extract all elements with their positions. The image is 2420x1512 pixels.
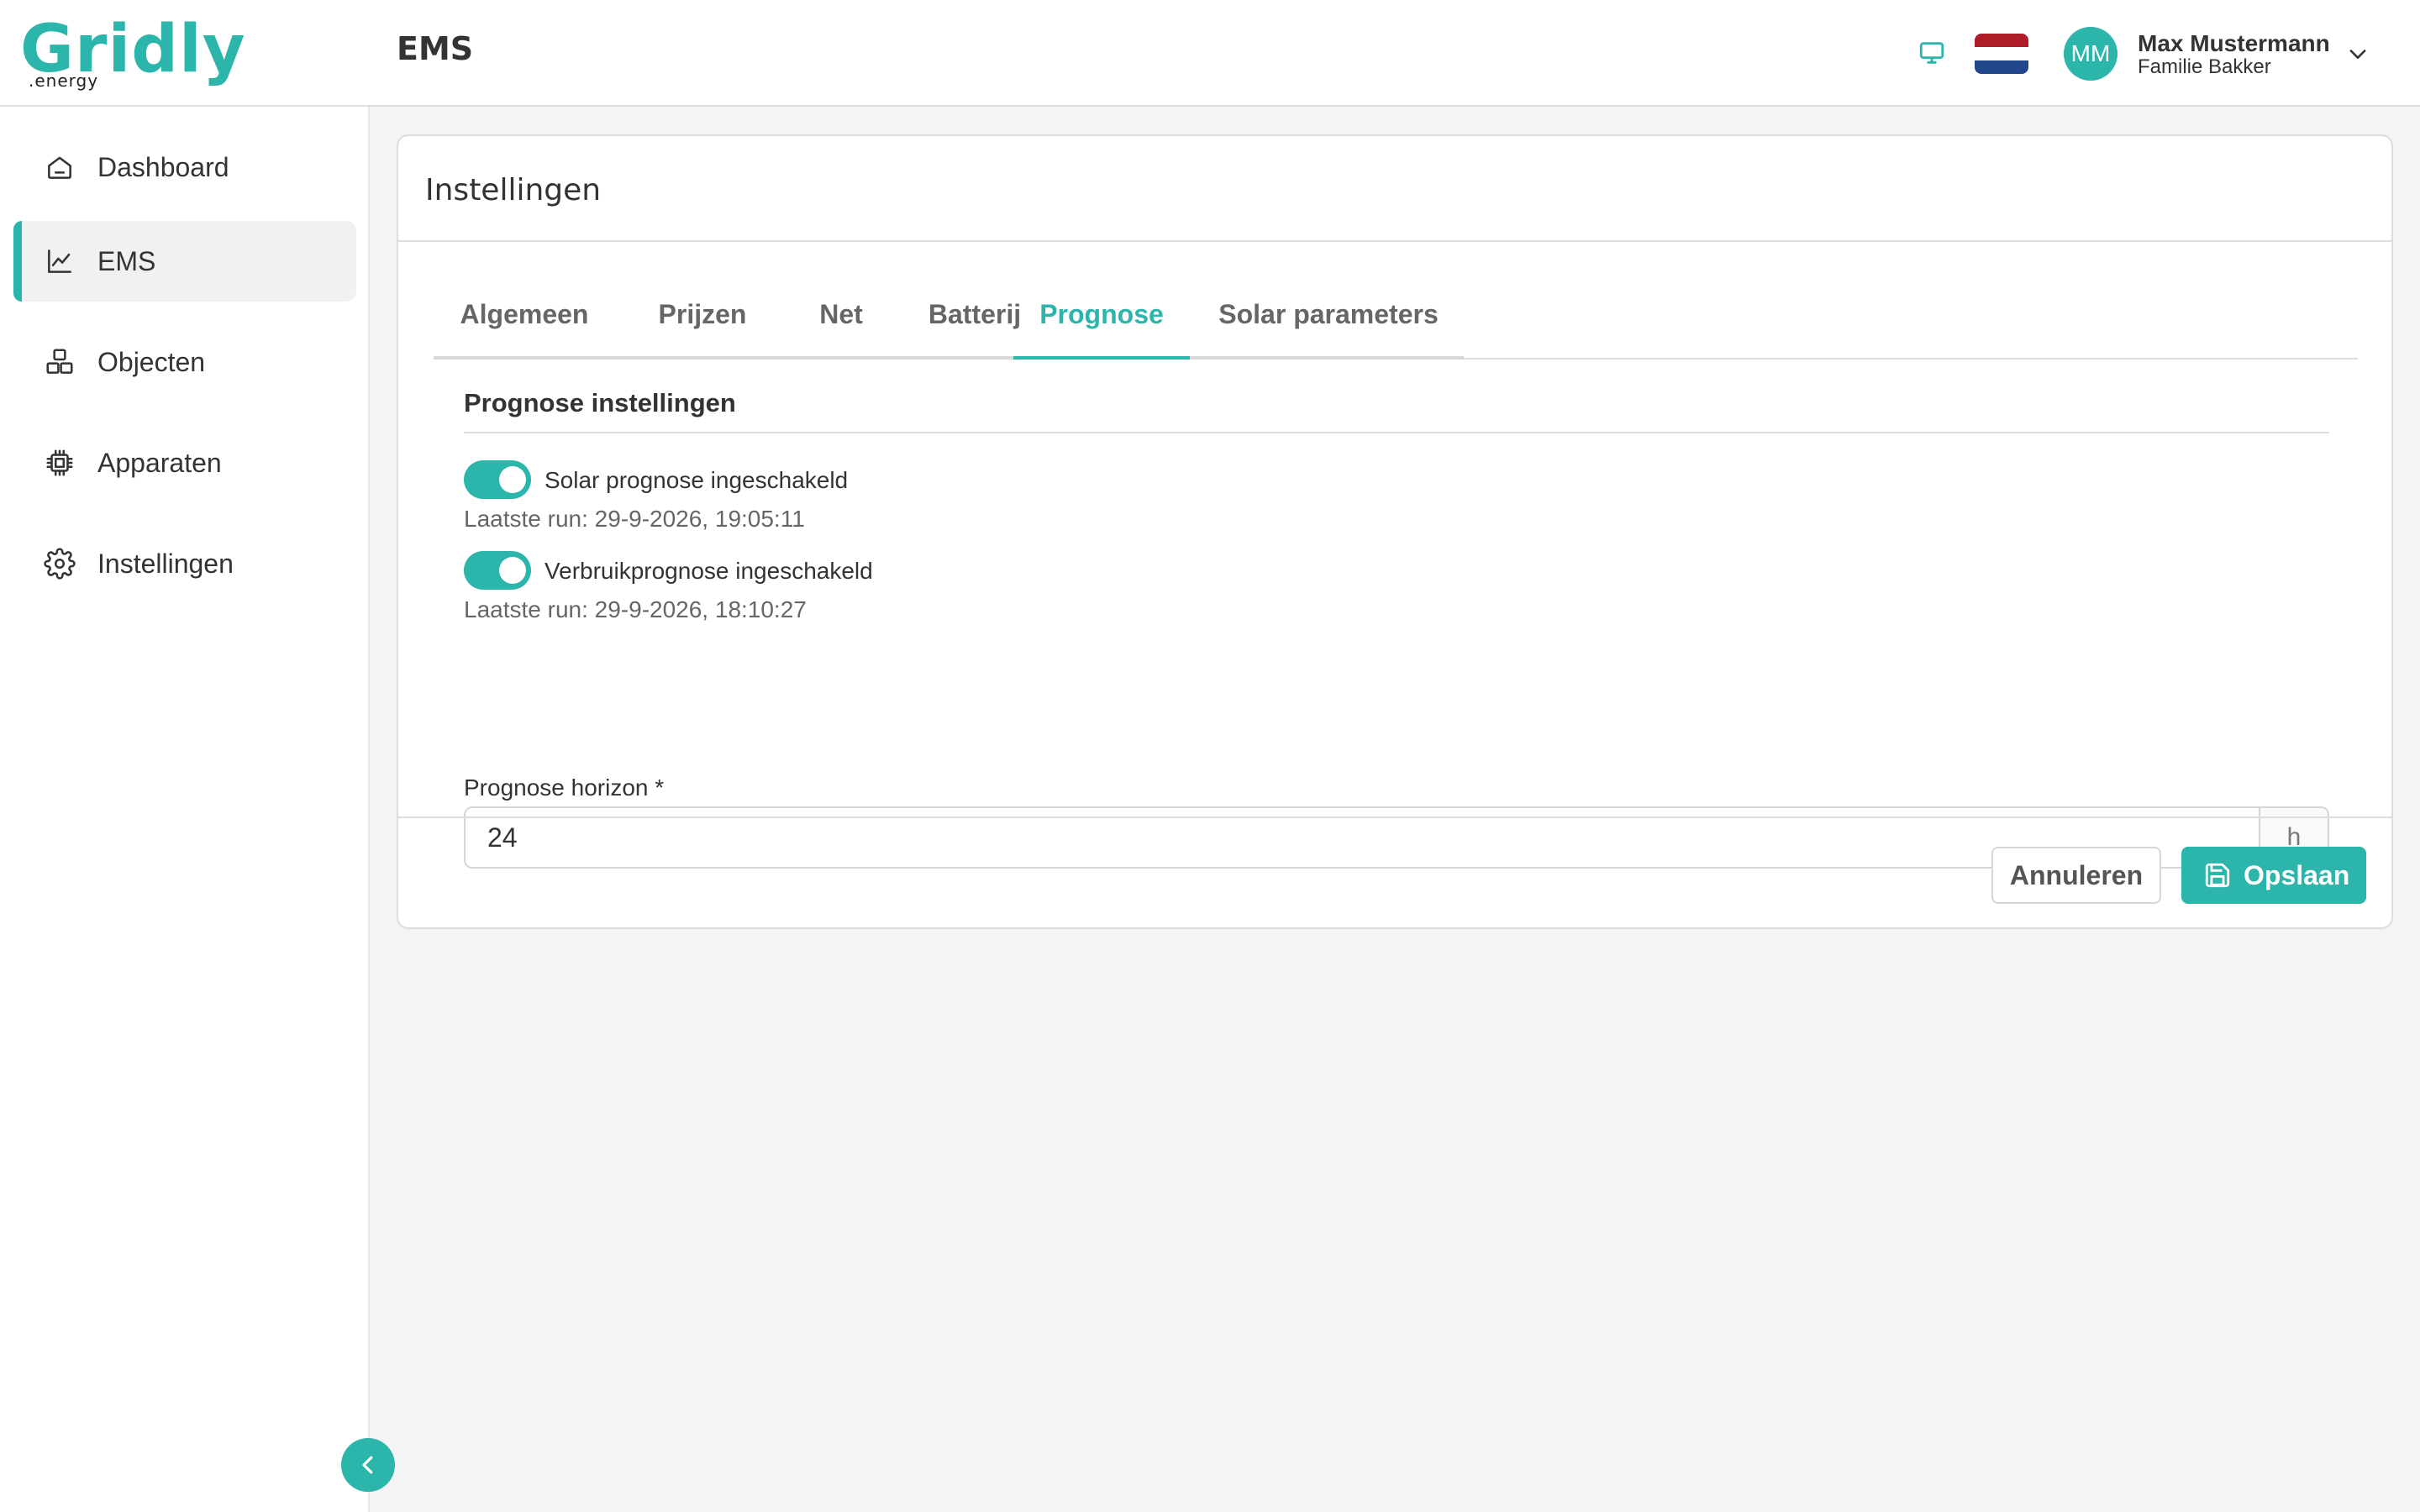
consumption-forecast-last-run: Laatste run: 29-9-2026, 18:10:27 [464,596,807,622]
home-icon [48,156,71,179]
card-header: Instellingen [398,136,2391,242]
consumption-forecast-label: Verbruikprognose ingeschakeld [544,558,873,584]
collapse-sidebar-button[interactable] [341,1438,395,1492]
sidebar: Dashboard EMS Objecten Apparaten Instell… [0,107,370,1512]
tab-net[interactable]: Net [786,279,896,360]
gridly-logo[interactable]: Gridly .energy [20,12,245,96]
logo-suffix: .energy [29,71,99,91]
gear-icon [44,548,76,580]
sidebar-item-dashboard[interactable]: Dashboard [13,127,356,207]
solar-forecast-toggle[interactable] [464,460,531,499]
user-name[interactable]: Max Mustermann [2138,30,2330,57]
sidebar-item-objecten[interactable]: Objecten [13,322,356,402]
settings-tabs: Algemeen Prijzen Net Batterij Prognose S… [434,279,2358,360]
tab-solar-parameters[interactable]: Solar parameters [1193,279,1464,360]
sidebar-item-instellingen[interactable]: Instellingen [13,523,356,604]
section-title: Prognose instellingen [464,388,736,417]
sidebar-item-apparaten[interactable]: Apparaten [13,423,356,503]
chart-line-icon [48,249,71,273]
sidebar-item-label: Objecten [97,346,206,377]
tab-algemeen[interactable]: Algemeen [434,279,615,360]
sidebar-item-ems[interactable]: EMS [13,221,356,302]
tab-prijzen[interactable]: Prijzen [618,279,786,360]
save-button-label: Opslaan [2244,859,2350,890]
chevron-down-icon[interactable] [2346,42,2370,66]
section-divider [464,432,2329,433]
sidebar-item-label: Instellingen [97,548,234,579]
save-icon [2205,863,2230,888]
save-button[interactable]: Opslaan [2181,847,2366,904]
consumption-forecast-toggle[interactable] [464,551,531,590]
flag-nl-icon[interactable] [1975,34,2028,74]
top-header: Gridly .energy EMS MM Max Mustermann Fam… [0,0,2420,107]
sidebar-item-label: Dashboard [97,151,229,182]
card-footer: Annuleren Opslaan [398,816,2391,929]
card-title: Instellingen [425,173,602,207]
sidebar-item-label: Apparaten [97,447,222,478]
page-title: EMS [397,30,474,67]
settings-card: Instellingen Algemeen Prijzen Net Batter… [397,134,2393,929]
objects-icon [46,349,73,374]
avatar[interactable]: MM [2064,27,2118,81]
monitor-icon[interactable] [1918,39,1946,67]
user-organization: Familie Bakker [2138,55,2271,78]
sidebar-item-label: EMS [97,245,156,276]
forecast-horizon-label: Prognose horizon * [464,774,665,801]
tab-prognose[interactable]: Prognose [1013,279,1190,360]
solar-forecast-last-run: Laatste run: 29-9-2026, 19:05:11 [464,506,805,532]
chip-icon [46,449,73,476]
solar-forecast-label: Solar prognose ingeschakeld [544,467,849,493]
cancel-button[interactable]: Annuleren [1991,847,2161,904]
chevron-left-icon [362,1456,373,1474]
